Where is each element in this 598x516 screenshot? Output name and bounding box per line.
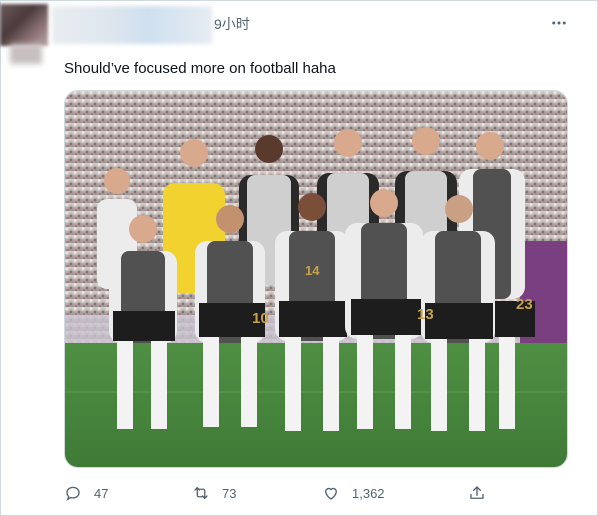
tweet-photo[interactable]: 10 14 13 23 (64, 90, 568, 468)
jersey-number: 23 (516, 296, 533, 313)
share-button[interactable] (468, 482, 486, 504)
tweet-actions: 47 73 1,362 (0, 478, 598, 506)
reply-icon (66, 486, 80, 501)
avatar[interactable] (0, 4, 48, 46)
like-button[interactable]: 1,362 (322, 482, 385, 504)
tweet-header: 9小时 (0, 0, 598, 64)
tweet-text: Should’ve focused more on football haha (64, 60, 336, 77)
heart-icon (325, 487, 337, 500)
tweet-timestamp[interactable]: 9小时 (214, 14, 250, 34)
avatar-blur (10, 44, 42, 64)
share-icon (470, 486, 484, 499)
reply-count: 47 (94, 485, 109, 501)
retweet-icon (194, 487, 208, 499)
retweet-button[interactable]: 73 (192, 482, 236, 504)
like-count: 1,362 (352, 485, 385, 501)
author-name-redacted[interactable] (52, 6, 212, 44)
jersey-number: 10 (252, 310, 269, 327)
reply-button[interactable]: 47 (64, 482, 108, 504)
jersey-number: 14 (305, 263, 320, 278)
retweet-count: 73 (222, 485, 237, 501)
more-icon[interactable] (550, 14, 568, 32)
jersey-number: 13 (417, 306, 434, 323)
